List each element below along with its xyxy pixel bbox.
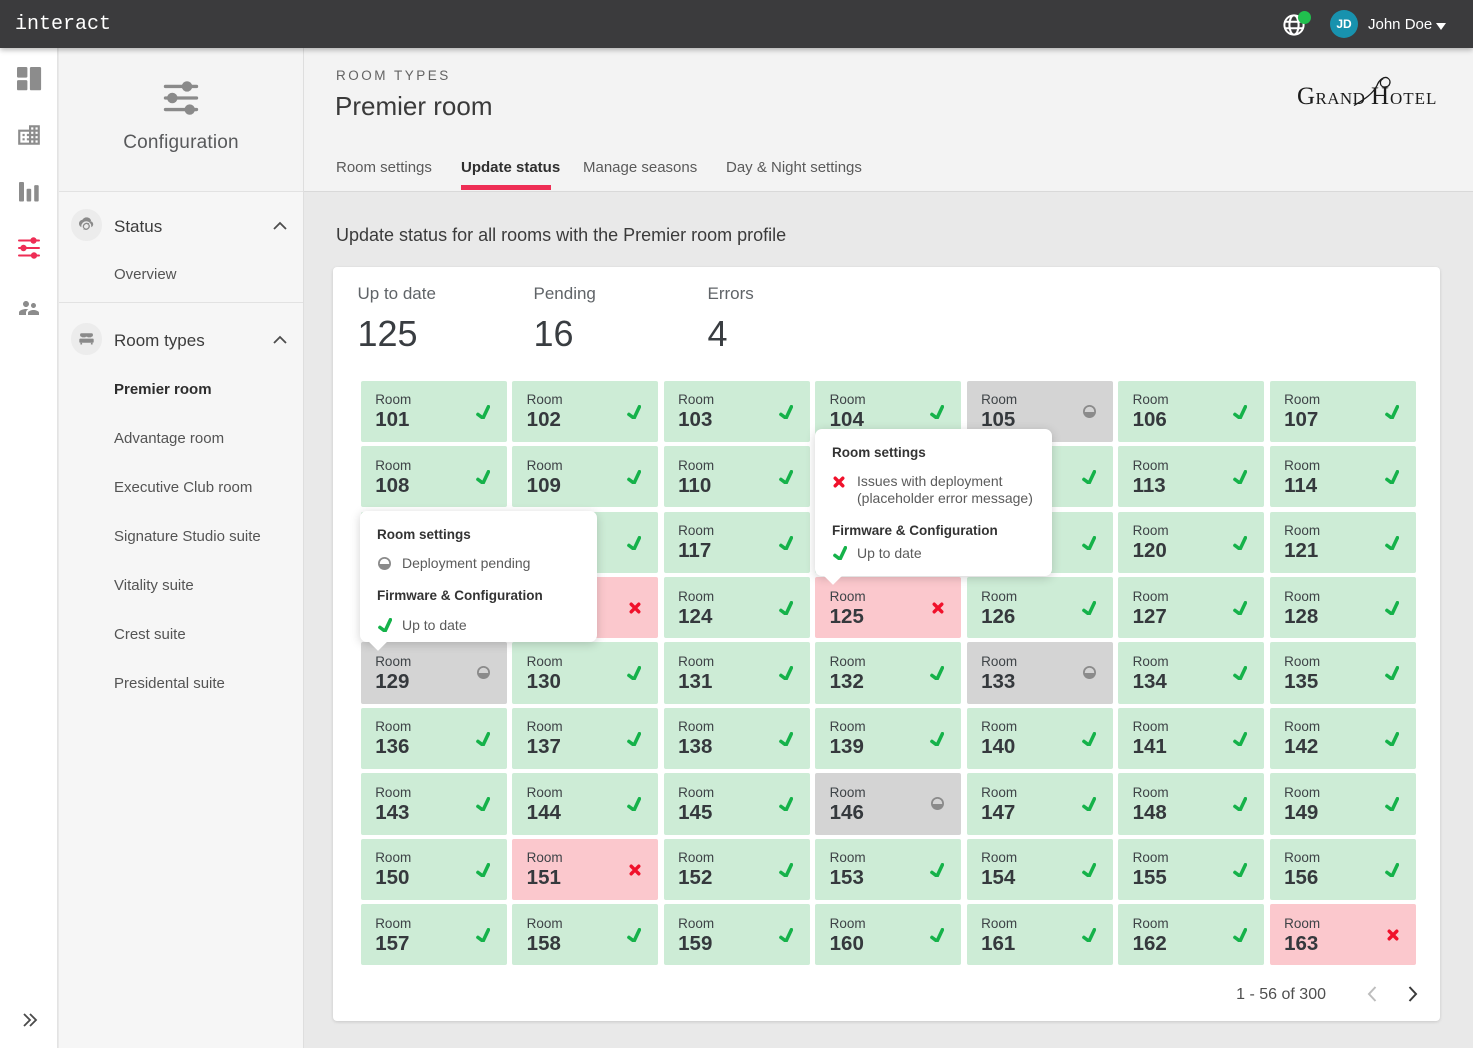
svg-text:OTEL: OTEL	[1390, 89, 1437, 108]
svg-text:G: G	[1297, 83, 1315, 110]
svg-text:RAND: RAND	[1316, 89, 1366, 108]
